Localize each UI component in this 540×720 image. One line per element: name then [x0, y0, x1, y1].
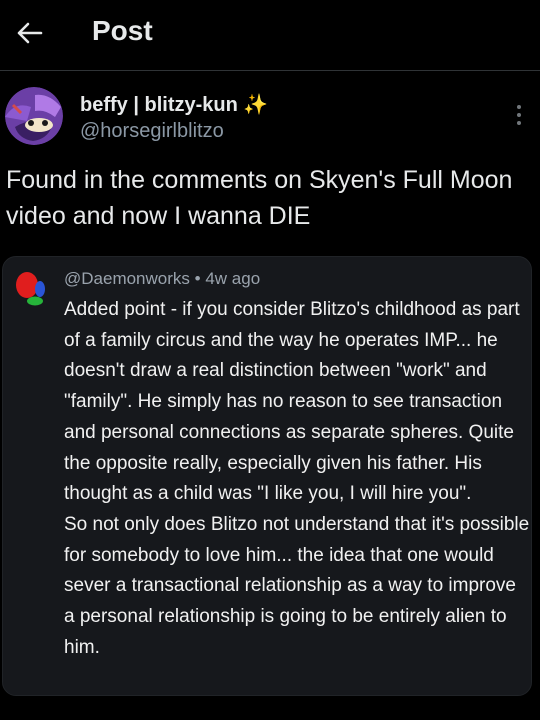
top-bar: Post: [0, 0, 540, 71]
dot: [517, 121, 521, 125]
comment-screenshot-card[interactable]: @Daemonworks • 4w ago Added point - if y…: [2, 256, 532, 696]
vertical-dots-icon: [517, 105, 521, 109]
author-avatar[interactable]: [5, 87, 63, 145]
channel-logo-icon: [16, 272, 45, 306]
page-title: Post: [92, 15, 153, 46]
more-options-button[interactable]: [508, 100, 530, 130]
dot: [517, 113, 521, 117]
author-handle[interactable]: @horsegirlblitzo: [80, 120, 224, 143]
comment-body: Added point - if you consider Blitzo's c…: [64, 295, 530, 663]
author-name[interactable]: beffy | blitzy-kun ✨: [80, 92, 268, 117]
comment-paragraph-1: Added point - if you consider Blitzo's c…: [64, 299, 520, 505]
comment-meta: @Daemonworks • 4w ago: [64, 269, 260, 289]
post-text: Found in the comments on Skyen's Full Mo…: [6, 166, 513, 230]
sparkles-icon: ✨: [243, 94, 269, 116]
comment-username: @Daemonworks: [64, 269, 190, 288]
meta-separator: •: [194, 269, 201, 288]
back-button[interactable]: [12, 16, 46, 50]
comment-time: 4w ago: [205, 269, 261, 288]
arrow-left-icon: [17, 22, 43, 44]
author-name-text: beffy | blitzy-kun: [80, 94, 238, 116]
comment-paragraph-2: So not only does Blitzo not understand t…: [64, 513, 530, 658]
